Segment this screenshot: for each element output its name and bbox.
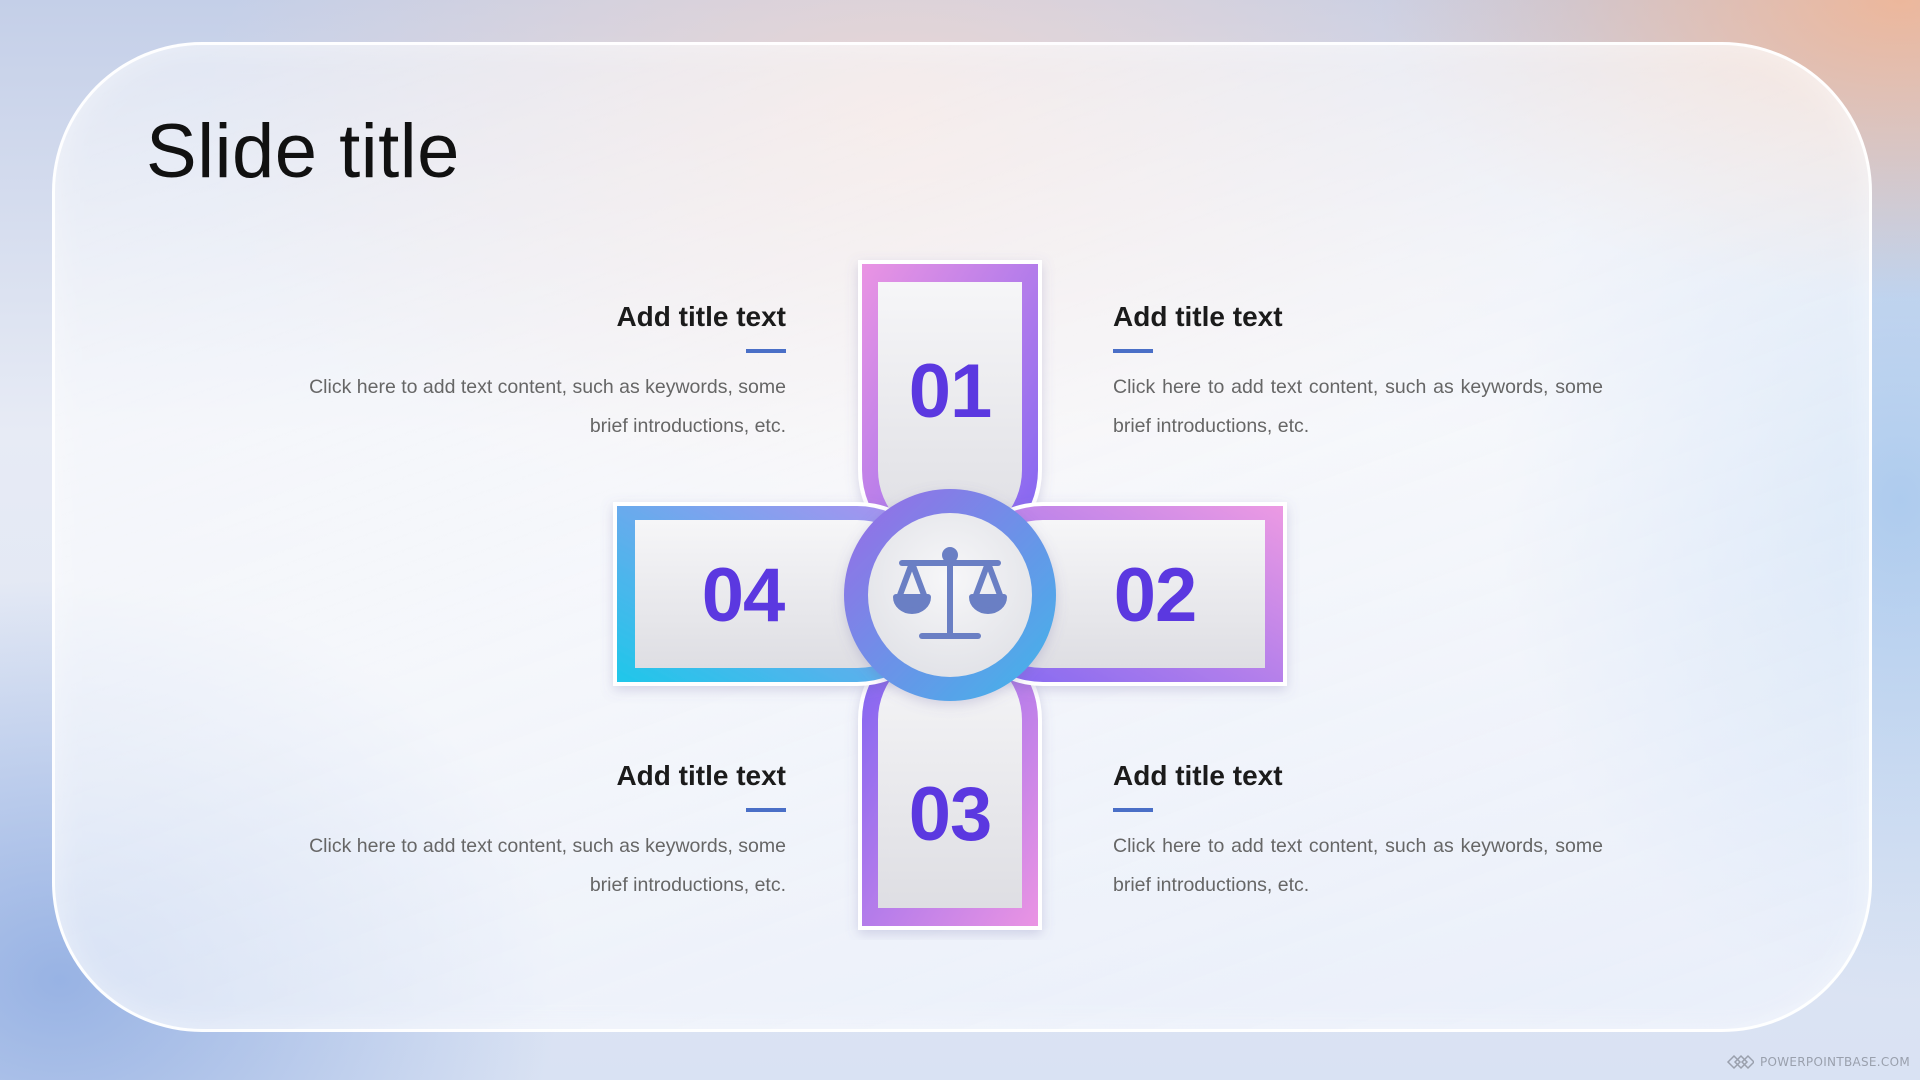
watermark-logo-icon <box>1726 1054 1754 1070</box>
number-01[interactable]: 01 <box>850 352 1050 432</box>
number-04[interactable]: 04 <box>643 556 843 636</box>
number-02[interactable]: 02 <box>1055 556 1255 636</box>
slide-title[interactable]: Slide title <box>146 108 460 195</box>
number-03[interactable]: 03 <box>850 775 1050 855</box>
watermark-text: POWERPOINTBASE.COM <box>1759 1055 1910 1069</box>
watermark: POWERPOINTBASE.COM <box>1726 1054 1910 1070</box>
